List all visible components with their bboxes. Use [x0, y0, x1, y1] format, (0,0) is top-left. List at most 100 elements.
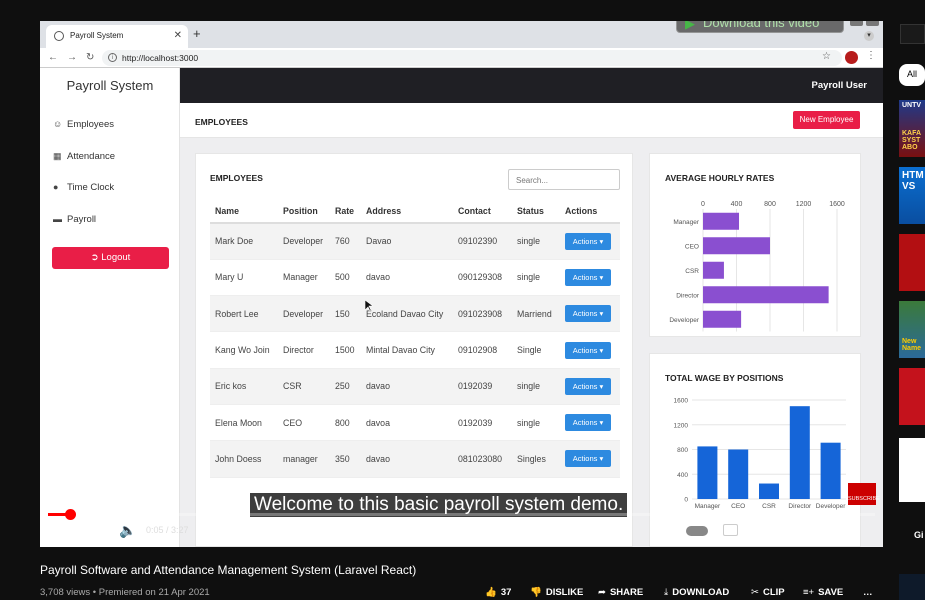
actions-dropdown-button[interactable]: Actions ▾ [565, 305, 611, 323]
caret-down-icon: ▾ [597, 418, 604, 428]
forward-icon[interactable]: → [67, 52, 77, 63]
table-row: Robert Lee Developer 150 Ecoland Davao City… [210, 295, 620, 333]
table-cell: 1500 [330, 331, 361, 369]
sidebar-item-payroll[interactable]: ▬ Payroll [53, 214, 96, 225]
save-button[interactable]: ≡+ SAVE [803, 587, 843, 598]
table-cell: Davao [361, 223, 453, 260]
actions-dropdown-button[interactable]: Actions ▾ [565, 232, 611, 250]
dislike-button[interactable]: 👎 DISLIKE [530, 587, 583, 598]
progress-bar[interactable] [48, 509, 875, 520]
actions-cell: Actions ▾ [560, 331, 620, 369]
theater-mode-icon[interactable] [818, 524, 834, 535]
col-status: Status [512, 200, 560, 224]
logout-button[interactable]: ➲ Logout [52, 247, 169, 269]
close-tab-icon[interactable]: ✕ [174, 30, 182, 41]
category-label: CSR [685, 268, 699, 275]
help-icon[interactable]: ? [850, 21, 863, 26]
actions-dropdown-button[interactable]: Actions ▾ [565, 414, 611, 432]
bar [703, 261, 724, 279]
caret-down-icon: ▾ [597, 345, 604, 355]
related-thumb-text: HTM VS [902, 170, 924, 192]
close-banner-icon[interactable]: ✕ [866, 21, 879, 26]
col-actions: Actions [560, 200, 620, 224]
play-button-icon[interactable]: ▶ [56, 522, 67, 539]
reload-icon[interactable]: ↻ [86, 52, 94, 63]
star-icon[interactable]: ☆ [822, 51, 831, 62]
volume-icon[interactable]: 🔈 [119, 522, 136, 539]
actions-cell: Actions ▾ [560, 259, 620, 297]
table-row: Eric kos CSR 250 davao 0192039 single Actions … [210, 368, 620, 405]
sidebar-item-employees[interactable]: ☺ Employees [53, 119, 114, 130]
banner-dropdown-icon[interactable]: ▾ [864, 31, 874, 41]
globe-icon [54, 31, 64, 41]
new-tab-button[interactable]: + [193, 26, 201, 41]
time-display: 0:05 / 3:27 [146, 525, 189, 535]
related-video-thumbnail[interactable] [899, 234, 925, 291]
col-name: Name [210, 200, 278, 224]
filter-chip-all[interactable]: All [899, 64, 925, 86]
miniplayer-icon[interactable] [786, 524, 802, 536]
fullscreen-icon[interactable]: ⛶ [850, 521, 860, 538]
url-field[interactable]: i http://localhost:3000 [102, 50, 842, 66]
share-button[interactable]: ➦ SHARE [598, 587, 643, 598]
settings-icon[interactable]: ⚙ [754, 520, 767, 537]
rail-search-box[interactable] [900, 24, 925, 44]
table-cell: 760 [330, 223, 361, 260]
table-cell: Robert Lee [210, 295, 278, 333]
sidebar-item-time-clock[interactable]: ● Time Clock [53, 182, 114, 193]
sidebar-item-attendance[interactable]: ▦ Attendance [53, 151, 115, 162]
payroll-app: Payroll System ☺ Employees ▦ Attendance ● T… [40, 68, 883, 547]
info-icon[interactable]: i [108, 53, 117, 62]
x-tick-label: 400 [731, 201, 743, 208]
table-cell: davao [361, 368, 453, 405]
next-button-icon[interactable]: ▶| [88, 522, 102, 539]
back-icon[interactable]: ← [48, 52, 58, 63]
related-video-thumbnail[interactable] [899, 438, 925, 502]
download-banner[interactable]: ▶ Download this video [676, 21, 844, 33]
actions-cell: Actions ▾ [560, 404, 620, 442]
table-cell: 350 [330, 440, 361, 478]
x-tick-label: 0 [701, 201, 705, 208]
table-cell: 800 [330, 404, 361, 442]
related-video-thumbnail[interactable] [899, 574, 925, 600]
category-label: CSR [762, 503, 776, 510]
like-button[interactable]: 👍 37 [485, 587, 511, 598]
category-label: Developer [669, 317, 699, 324]
table-cell: Mary U [210, 259, 278, 297]
actions-dropdown-button[interactable]: Actions ▾ [565, 268, 611, 286]
bar [789, 406, 810, 499]
search-input[interactable]: Search... [508, 169, 620, 190]
browser-menu-icon[interactable]: ⋮ [866, 50, 876, 61]
new-employee-button[interactable]: New Employee [793, 111, 860, 129]
category-label: Director [676, 292, 700, 299]
table-cell: Manager [278, 259, 330, 297]
col-position: Position [278, 200, 330, 224]
actions-dropdown-button[interactable]: Actions ▾ [565, 450, 611, 468]
clip-button[interactable]: ✂ CLIP [751, 587, 785, 598]
col-contact: Contact [453, 200, 512, 224]
actions-dropdown-button[interactable]: Actions ▾ [565, 377, 611, 395]
browser-tab[interactable]: Payroll System ✕ [46, 25, 188, 48]
related-video-thumbnail[interactable] [899, 368, 925, 425]
thumbs-down-icon: 👎 [530, 587, 542, 598]
y-tick-label: 1200 [674, 422, 689, 429]
more-icon[interactable]: … [863, 587, 873, 598]
table-cell: Singles [512, 440, 560, 478]
subtitles-icon[interactable] [723, 524, 738, 536]
profile-avatar[interactable] [845, 51, 858, 64]
video-player[interactable]: Payroll System ✕ + ← → ↻ i http://localh… [40, 21, 883, 547]
caret-down-icon: ▾ [597, 454, 604, 464]
table-cell: CEO [278, 404, 330, 442]
table-cell: Director [278, 331, 330, 369]
actions-cell: Actions ▾ [560, 295, 620, 333]
subscribe-watermark[interactable]: SUBSCRIBE [848, 483, 880, 505]
actions-dropdown-button[interactable]: Actions ▾ [565, 341, 611, 359]
table-cell: CSR [278, 368, 330, 405]
total-wage-chart: 1600 1200 800 400 0 Manager CEO CSR Director Deve… [674, 398, 847, 511]
category-label: CEO [731, 503, 745, 510]
download-button[interactable]: ⤓ DOWNLOAD [664, 587, 729, 598]
progress-handle[interactable] [64, 509, 76, 520]
autoplay-toggle[interactable] [686, 526, 708, 536]
x-tick-label: 800 [764, 201, 776, 208]
user-name[interactable]: Payroll User [812, 80, 867, 91]
